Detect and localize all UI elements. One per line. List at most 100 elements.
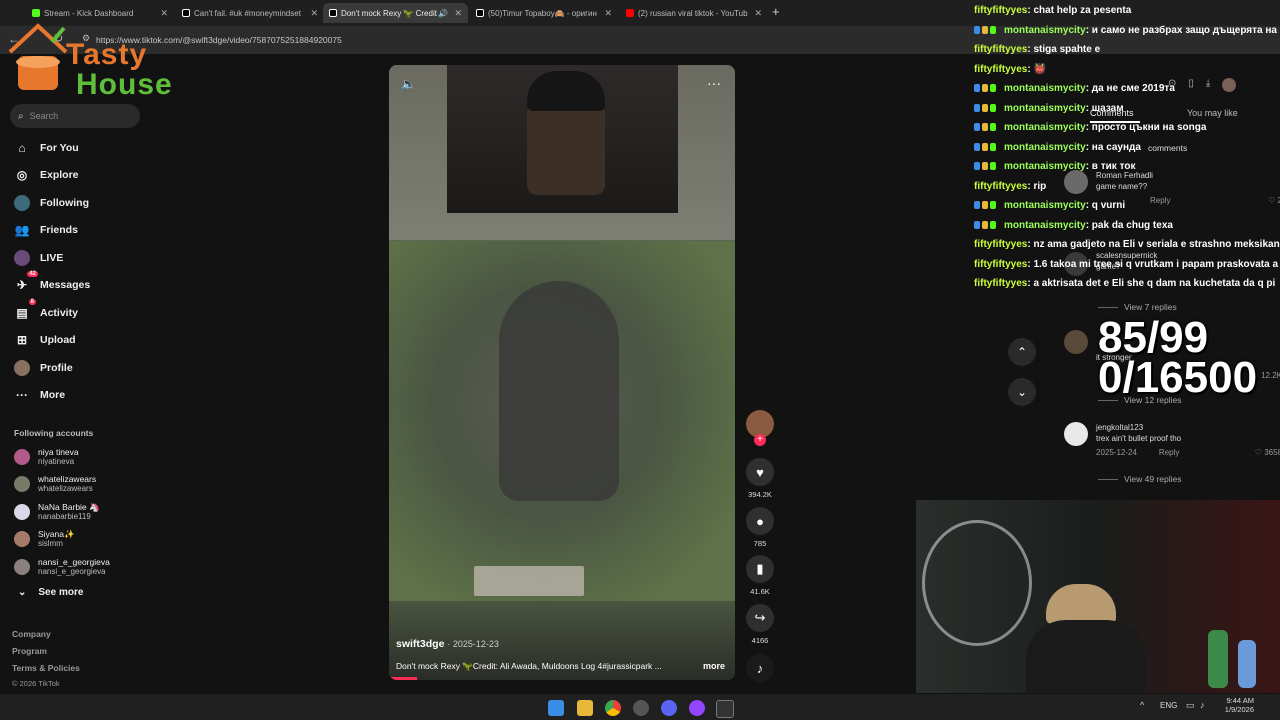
caption-more-button[interactable]: more (703, 661, 725, 671)
chat-username[interactable]: montanaismycity (1004, 122, 1086, 133)
following-account[interactable]: Siyana✨ sislmm (14, 527, 75, 551)
like-count: 394.2K (748, 490, 772, 499)
tab-timur-topaboy[interactable]: (50)Timur Topaboy🙈 - оригин ✕ (470, 3, 618, 23)
terminal-icon[interactable] (716, 700, 734, 718)
tab-moneymindset[interactable]: Can't fail. #uk #moneymindset ✕ (176, 3, 324, 23)
chat-username[interactable]: montanaismycity (1004, 25, 1086, 36)
sidebar-item-label: LIVE (40, 252, 64, 264)
sidebar-item-upload[interactable]: ⊞ Upload (14, 329, 76, 351)
close-icon[interactable]: ✕ (310, 8, 318, 19)
save-button[interactable]: ▮ 41.6K (745, 555, 775, 596)
sidebar-item-profile[interactable]: Profile (14, 357, 73, 379)
chat-message: montanaismycity: в тик ток (974, 158, 1280, 176)
tiktok-music-button[interactable]: ♪ (745, 654, 775, 686)
chat-username[interactable]: montanaismycity (1004, 200, 1086, 211)
chat-username[interactable]: montanaismycity (1004, 83, 1086, 94)
sidebar-item-activity[interactable]: ▤ 8 Activity (14, 299, 78, 324)
comment-like-count[interactable]: 12.2K (1261, 370, 1280, 381)
url-field[interactable]: https://www.tiktok.com/@swift3dge/video/… (96, 32, 956, 48)
tray-chevron-icon[interactable]: ^ (1140, 700, 1144, 710)
account-name: niya tineva (38, 447, 79, 457)
volume-icon[interactable]: ♪ (1200, 700, 1205, 710)
chrome-icon[interactable] (605, 700, 621, 716)
comment-icon: ● (746, 507, 774, 535)
comment-like-count[interactable]: ♡ 3658 (1255, 447, 1280, 458)
creator-avatar[interactable]: + (745, 410, 775, 446)
search-input[interactable]: ⌕ Search (10, 104, 140, 128)
chat-username[interactable]: fiftyfiftyyes (974, 5, 1027, 16)
account-handle: nanabarbie119 (38, 512, 91, 521)
following-account[interactable]: whatelizawears whatelizawears (14, 472, 96, 496)
start-icon[interactable] (548, 700, 564, 716)
video-progress-bar[interactable] (389, 677, 417, 680)
share-button[interactable]: ↪ 4166 (745, 604, 775, 645)
sidebar-item-messages[interactable]: ✈ 42 Messages (14, 271, 90, 296)
close-icon[interactable]: ✕ (754, 8, 762, 19)
tasty-house-logo: Tasty House (4, 18, 174, 106)
following-account[interactable]: niya tineva niyatineva (14, 445, 79, 469)
see-more-button[interactable]: ⌄ See more (18, 587, 83, 598)
sidebar-item-for-you[interactable]: ⌂ For You (14, 137, 78, 159)
streamer-frame (447, 65, 678, 213)
network-icon[interactable]: ▭ (1186, 700, 1195, 711)
chat-username[interactable]: montanaismycity (1004, 142, 1086, 153)
previous-video-button[interactable]: ⌃ (1008, 338, 1036, 366)
next-video-button[interactable]: ⌄ (1008, 378, 1036, 406)
chat-message: fiftyfiftyyes: 1.6 takoa mi tree si q vr… (974, 256, 1280, 274)
badge-icons (974, 158, 1004, 176)
follow-plus-icon[interactable]: + (754, 434, 766, 446)
sidebar-item-live[interactable]: LIVE (14, 247, 63, 269)
obs-icon[interactable] (633, 700, 649, 716)
chat-username[interactable]: montanaismycity (1004, 161, 1086, 172)
chat-username[interactable]: fiftyfiftyyes (974, 239, 1027, 250)
footer-link-program[interactable]: Program (12, 646, 47, 656)
chat-username[interactable]: montanaismycity (1004, 103, 1086, 114)
close-icon[interactable]: ✕ (454, 8, 462, 19)
sidebar-item-friends[interactable]: 👥 Friends (14, 219, 78, 241)
discord-icon[interactable] (661, 700, 677, 716)
app-icon[interactable] (689, 700, 705, 716)
tiktok-icon (329, 9, 337, 17)
sidebar-item-explore[interactable]: ◎ Explore (14, 164, 79, 186)
comment-button[interactable]: ● 785 (745, 507, 775, 548)
messages-icon: ✈ 42 (16, 271, 38, 292)
kick-icon (32, 9, 40, 17)
following-account[interactable]: nansi_e_georgieva nansi_e_georgieva (14, 555, 110, 579)
following-account[interactable]: NaNa Barbie 🦄 nanabarbie119 (14, 500, 100, 524)
close-icon[interactable]: ✕ (160, 8, 168, 19)
view-replies-button[interactable]: View 7 replies (1098, 302, 1177, 312)
chat-username[interactable]: fiftyfiftyyes (974, 44, 1027, 55)
chat-username[interactable]: fiftyfiftyyes (974, 181, 1027, 192)
video-player[interactable]: 🔈 ··· swift3dge · 2025-12-23 Don't mock … (389, 65, 735, 680)
close-icon[interactable]: ✕ (604, 8, 612, 19)
clock[interactable]: 9:44 AM 1/9/2026 (1222, 696, 1254, 714)
more-options-icon[interactable]: ··· (707, 75, 721, 91)
video-author-line: swift3dge · 2025-12-23 (396, 638, 499, 650)
reply-button[interactable]: Reply (1159, 448, 1179, 457)
video-author[interactable]: swift3dge (396, 638, 444, 650)
chat-message: montanaismycity: q vurni (974, 197, 1280, 215)
footer-link-terms[interactable]: Terms & Policies (12, 663, 80, 673)
speaker-icon[interactable]: 🔊 (438, 9, 448, 18)
chat-username[interactable]: fiftyfiftyyes (974, 64, 1027, 75)
speaker-icon[interactable]: 🔈 (401, 77, 416, 91)
new-tab-button[interactable]: + (772, 4, 780, 19)
file-explorer-icon[interactable] (577, 700, 593, 716)
language-indicator[interactable]: ENG (1160, 701, 1177, 710)
badge-icon (982, 220, 988, 229)
tab-dont-mock-rexy[interactable]: Don't mock Rexy 🦖 Credit 🔊 ✕ (323, 3, 468, 23)
chat-username[interactable]: fiftyfiftyyes (974, 259, 1027, 270)
chat-username[interactable]: montanaismycity (1004, 220, 1086, 231)
sidebar-item-more[interactable]: ··· More (14, 384, 65, 406)
chat-username[interactable]: fiftyfiftyyes (974, 278, 1027, 289)
footer-link-company[interactable]: Company (12, 629, 51, 639)
comment-user[interactable]: jengkoltal123 (1096, 422, 1280, 433)
badge-icon (990, 103, 996, 112)
sidebar-item-following[interactable]: Following (14, 192, 89, 214)
like-button[interactable]: ♥ 394.2K (745, 458, 775, 499)
tab-youtube[interactable]: (2) russian viral tiktok - YouTub ✕ (620, 3, 768, 23)
chat-text: : rip (1027, 180, 1047, 192)
view-replies-button[interactable]: View 49 replies (1098, 474, 1182, 484)
tab-title: (2) russian viral tiktok - YouTub (638, 8, 748, 18)
chat-message: fiftyfiftyyes: stiga spahte e (974, 41, 1280, 59)
